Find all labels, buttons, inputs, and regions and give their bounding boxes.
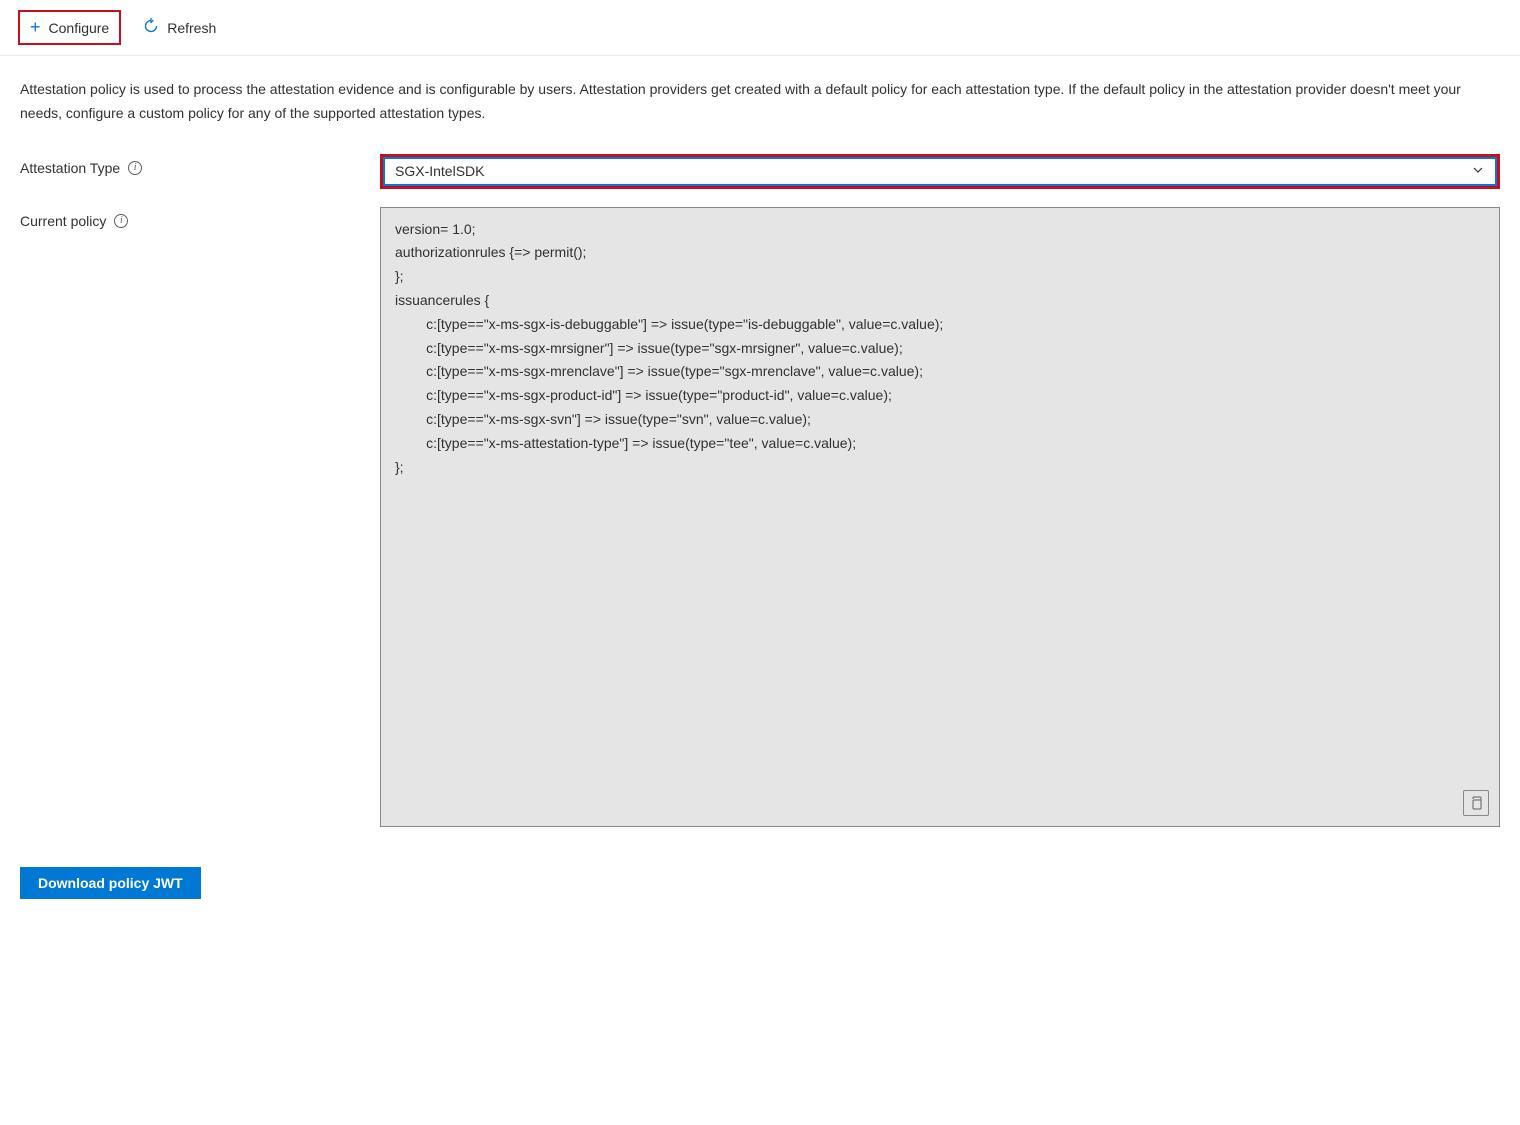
current-policy-control: version= 1.0; authorizationrules {=> per… [380, 207, 1500, 827]
attestation-type-control: SGX-IntelSDK [380, 154, 1500, 189]
attestation-type-select-highlight: SGX-IntelSDK [380, 154, 1500, 189]
content-area: Attestation policy is used to process th… [0, 56, 1520, 921]
current-policy-label-wrap: Current policy i [20, 207, 380, 229]
configure-button[interactable]: + Configure [18, 10, 121, 45]
refresh-label: Refresh [167, 20, 216, 36]
policy-text: version= 1.0; authorizationrules {=> per… [395, 221, 943, 475]
policy-textbox: version= 1.0; authorizationrules {=> per… [380, 207, 1500, 827]
current-policy-label: Current policy [20, 213, 106, 229]
chevron-down-icon [1471, 163, 1485, 180]
configure-label: Configure [49, 20, 110, 36]
copy-button[interactable] [1463, 790, 1489, 816]
info-icon[interactable]: i [128, 161, 142, 175]
plus-icon: + [30, 17, 41, 38]
current-policy-row: Current policy i version= 1.0; authoriza… [20, 207, 1500, 827]
attestation-type-select[interactable]: SGX-IntelSDK [383, 157, 1497, 186]
attestation-type-value: SGX-IntelSDK [395, 163, 484, 179]
refresh-icon [143, 18, 159, 37]
toolbar: + Configure Refresh [0, 0, 1520, 56]
attestation-type-label: Attestation Type [20, 160, 120, 176]
attestation-type-row: Attestation Type i SGX-IntelSDK [20, 154, 1500, 189]
attestation-type-label-wrap: Attestation Type i [20, 154, 380, 176]
refresh-button[interactable]: Refresh [131, 13, 228, 42]
download-policy-jwt-button[interactable]: Download policy JWT [20, 867, 201, 899]
description-text: Attestation policy is used to process th… [20, 78, 1500, 126]
info-icon[interactable]: i [114, 214, 128, 228]
